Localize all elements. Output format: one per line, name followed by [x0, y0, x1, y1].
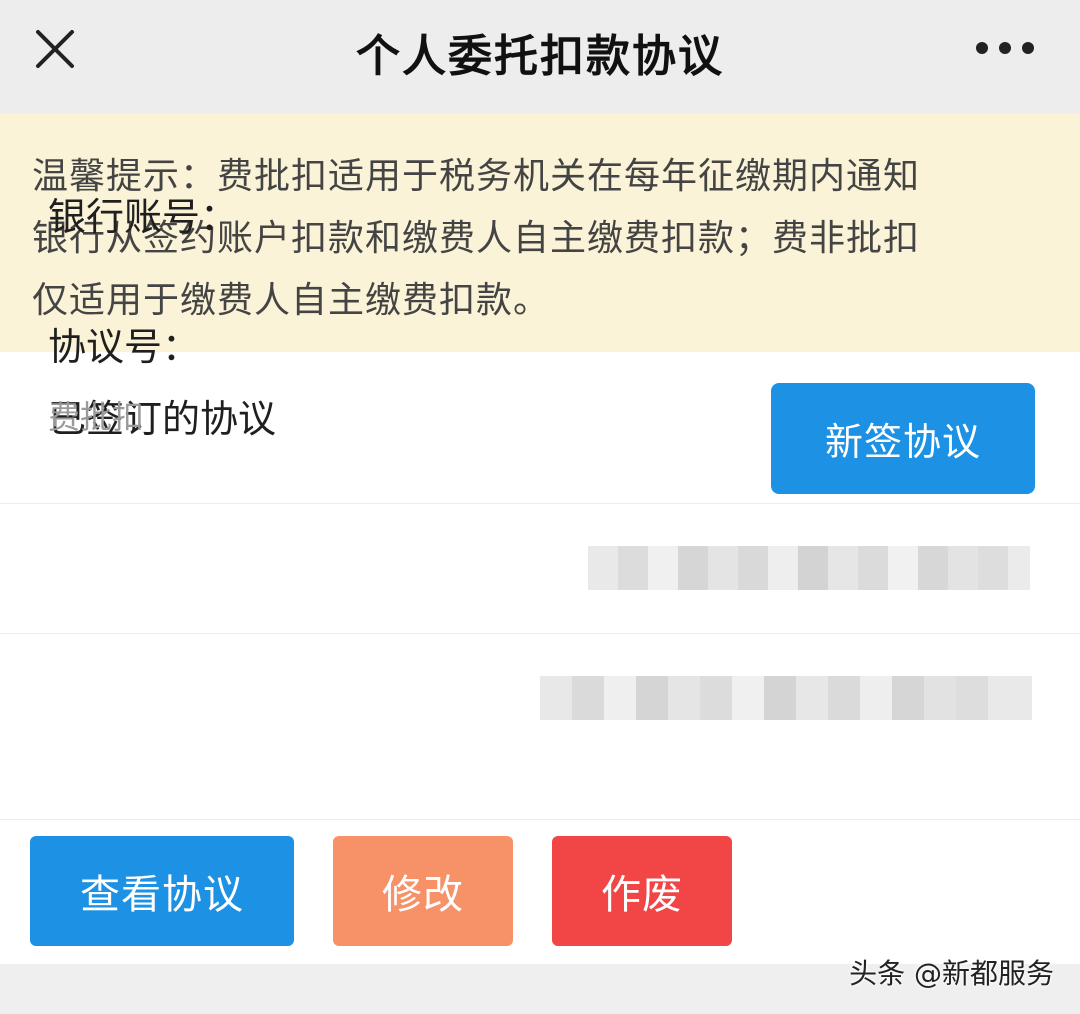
void-button[interactable]: 作废	[552, 836, 732, 946]
agreement-number-label: 协议号：	[48, 325, 201, 369]
page-title: 个人委托扣款协议	[356, 31, 724, 82]
more-icon[interactable]	[974, 38, 1036, 58]
agreement-type: 费批扣	[48, 398, 145, 436]
bank-account-value-redacted	[588, 546, 1030, 590]
view-agreement-button[interactable]: 查看协议	[30, 836, 294, 946]
page: 个人委托扣款协议 温馨提示：费批扣适用于税务机关在每年征缴期内通知 银行从签约账…	[0, 0, 1080, 1014]
new-agreement-button[interactable]: 新签协议	[771, 383, 1035, 494]
bank-account-label: 银行账号：	[48, 195, 239, 239]
title-bar: 个人委托扣款协议	[0, 0, 1080, 114]
protocol-row	[0, 634, 1080, 820]
watermark: 头条 @新都服务	[849, 957, 1054, 990]
signed-row: 已签订的协议 新签协议	[0, 352, 1080, 504]
agreement-number-value-redacted	[540, 676, 1032, 720]
edit-button[interactable]: 修改	[333, 836, 513, 946]
